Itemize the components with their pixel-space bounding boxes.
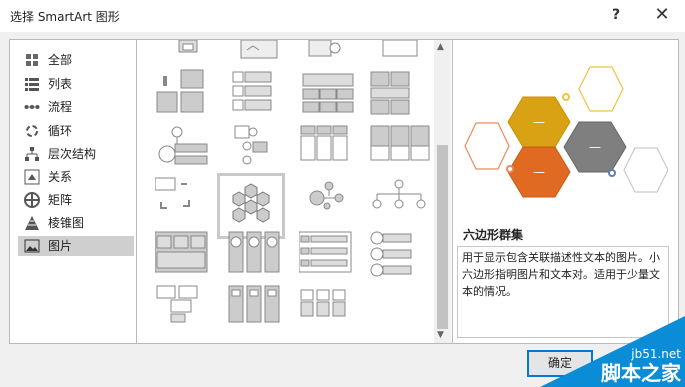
list-icon — [25, 78, 39, 91]
layout-thumbnail[interactable] — [369, 176, 433, 236]
layout-thumbnail[interactable] — [155, 68, 219, 128]
hexagon-gray-text: — — [589, 140, 601, 154]
category-label: 关系 — [48, 170, 73, 184]
picture-icon — [24, 239, 40, 253]
layout-thumbnail[interactable] — [155, 176, 219, 236]
connector-dot — [608, 169, 616, 177]
hexagon-cluster-thumbnail — [232, 183, 270, 223]
watermark: jb51.net 脚本之家 — [540, 316, 685, 387]
layout-thumbnail[interactable] — [227, 284, 291, 344]
category-list-item[interactable]: 列表 — [18, 74, 134, 94]
all-icon — [26, 54, 38, 66]
layout-thumbnail[interactable] — [299, 230, 363, 290]
hexagon-orange-text: — — [533, 165, 545, 179]
category-label: 循环 — [48, 124, 73, 138]
matrix-icon — [24, 192, 40, 208]
category-list: 全部 列表 流程 循环 层次结构 关系 矩阵 棱锥图 图片 — [9, 39, 138, 344]
category-all[interactable]: 全部 — [18, 50, 134, 70]
category-picture[interactable]: 图片 — [18, 236, 134, 256]
category-relationship[interactable]: 关系 — [18, 167, 134, 187]
layout-thumbnail[interactable] — [227, 68, 291, 128]
layout-thumbnail[interactable] — [155, 230, 219, 290]
watermark-name: 脚本之家 — [601, 361, 682, 385]
layout-thumbnail[interactable] — [227, 230, 291, 290]
category-process[interactable]: 流程 — [18, 97, 134, 117]
category-label: 图片 — [48, 239, 73, 253]
category-label: 层次结构 — [48, 147, 97, 161]
pyramid-icon — [25, 216, 39, 230]
layout-thumbnail[interactable] — [155, 122, 219, 182]
hexagon-outline-gold — [578, 66, 624, 112]
category-hierarchy[interactable]: 层次结构 — [18, 144, 134, 164]
gallery-scrollbar[interactable]: ▲ ▼ — [434, 40, 451, 343]
hexagon-outline-gray — [623, 147, 669, 193]
category-cycle[interactable]: 循环 — [18, 121, 134, 141]
help-button[interactable]: ? — [604, 4, 628, 26]
category-label: 棱锥图 — [48, 216, 85, 230]
category-label: 矩阵 — [48, 193, 73, 207]
dialog-title: 选择 SmartArt 图形 — [10, 10, 120, 24]
scrollbar-thumb[interactable] — [437, 145, 448, 329]
scroll-up-icon[interactable]: ▲ — [437, 42, 444, 52]
layout-gallery: ▲ ▼ — [136, 39, 453, 344]
connector-dot — [506, 165, 514, 173]
preview-panel: — — — 六边形群集 用于显示包含关联描述性文本的图片。小六边形指明图片和文本… — [452, 39, 679, 344]
layout-thumbnail[interactable] — [369, 122, 433, 182]
layout-thumbnail[interactable] — [299, 284, 363, 344]
connector-dot — [562, 93, 570, 101]
hexagon-gold-text: — — [533, 115, 545, 129]
hierarchy-icon — [25, 147, 39, 161]
layout-thumbnail[interactable] — [299, 68, 363, 128]
layout-thumbnail[interactable] — [155, 284, 219, 344]
process-icon — [24, 105, 40, 109]
close-button[interactable]: ✕ — [650, 4, 674, 26]
hexagon-outline-orange — [464, 122, 510, 170]
cycle-icon — [26, 125, 38, 137]
hexagon-cluster-preview: — — — — [464, 66, 669, 198]
layout-name: 六边形群集 — [463, 228, 524, 242]
category-matrix[interactable]: 矩阵 — [18, 190, 134, 210]
category-label: 流程 — [48, 100, 73, 114]
layout-thumbnail[interactable] — [369, 230, 433, 290]
category-label: 列表 — [48, 77, 73, 91]
layout-thumbnail[interactable] — [369, 68, 433, 128]
layout-thumbnail[interactable] — [299, 122, 363, 182]
relationship-icon — [24, 169, 40, 185]
layout-thumbnail[interactable] — [299, 176, 363, 236]
scroll-down-icon[interactable]: ▼ — [437, 330, 444, 340]
category-pyramid[interactable]: 棱锥图 — [18, 213, 134, 233]
watermark-site: jb51.net — [630, 347, 681, 361]
title-bar: 选择 SmartArt 图形 ? ✕ — [0, 0, 685, 32]
category-label: 全部 — [48, 53, 73, 67]
